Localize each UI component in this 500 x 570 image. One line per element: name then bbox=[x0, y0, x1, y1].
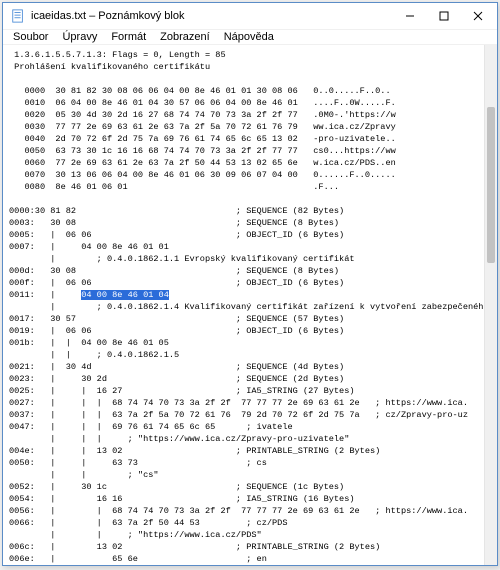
minimize-button[interactable] bbox=[393, 3, 427, 29]
text-area[interactable]: 1.3.6.1.5.5.7.1.3: Flags = 0, Length = 8… bbox=[3, 45, 484, 565]
content-wrap: 1.3.6.1.5.5.7.1.3: Flags = 0, Length = 8… bbox=[3, 45, 497, 565]
scroll-thumb[interactable] bbox=[487, 107, 495, 263]
menu-view[interactable]: Zobrazení bbox=[154, 30, 216, 44]
window-title: icaeidas.txt – Poznámkový blok bbox=[31, 10, 184, 22]
menubar: Soubor Úpravy Formát Zobrazení Nápověda bbox=[3, 30, 497, 45]
window-controls bbox=[393, 3, 495, 29]
vertical-scrollbar[interactable] bbox=[484, 45, 497, 565]
titlebar-left: icaeidas.txt – Poznámkový blok bbox=[11, 9, 184, 23]
titlebar[interactable]: icaeidas.txt – Poznámkový blok bbox=[3, 3, 497, 30]
menu-edit[interactable]: Úpravy bbox=[56, 30, 103, 44]
menu-format[interactable]: Formát bbox=[105, 30, 152, 44]
notepad-icon bbox=[11, 9, 25, 23]
maximize-button[interactable] bbox=[427, 3, 461, 29]
menu-help[interactable]: Nápověda bbox=[218, 30, 280, 44]
notepad-window: icaeidas.txt – Poznámkový blok Soubor Úp… bbox=[2, 2, 498, 566]
menu-file[interactable]: Soubor bbox=[7, 30, 54, 44]
close-button[interactable] bbox=[461, 3, 495, 29]
